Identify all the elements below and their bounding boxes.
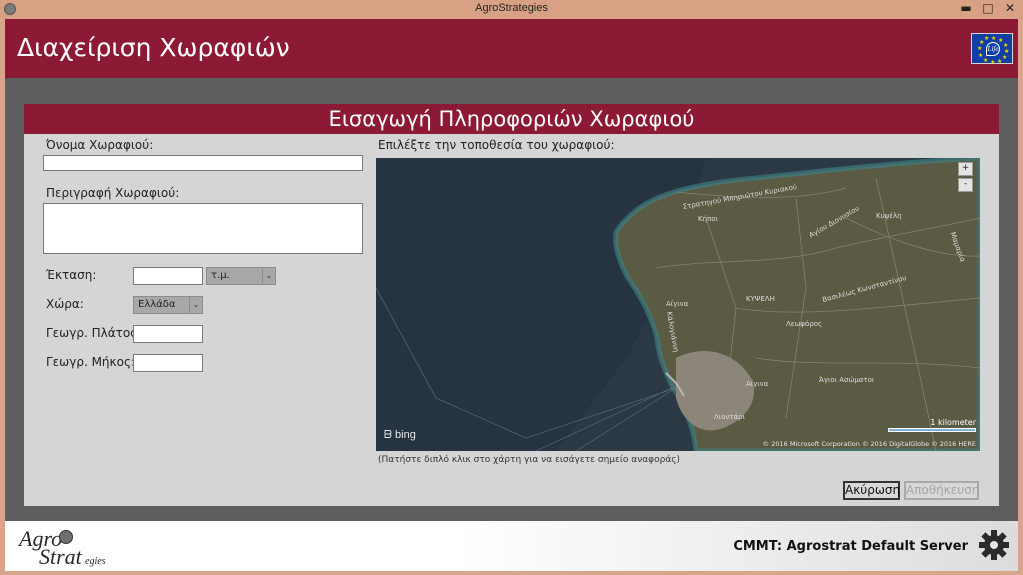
map-place-label: Λεωφόρος [786, 320, 823, 328]
logo-line2: Strat [39, 544, 82, 569]
bing-logo: ᗷ bing [384, 429, 416, 442]
field-description-textarea[interactable] [43, 203, 363, 254]
map-place-label: Λιοντάρι [714, 413, 745, 421]
map-place-label: ΚΥΨΕΛΗ [746, 295, 775, 303]
map-place-label: Άγιοι Ασώματοι [819, 376, 875, 384]
bing-icon: ᗷ [384, 429, 392, 441]
country-label: Χώρα: [46, 297, 84, 311]
map-label: Επιλέξτε την τοποθεσία του χωραφιού: [378, 138, 615, 152]
life-logo-text: Life [986, 42, 1000, 56]
agrostrategies-logo: Agro Strat egies [17, 526, 117, 569]
map-place-label: Αίγινα [746, 380, 769, 388]
maximize-button[interactable]: □ [977, 0, 999, 19]
minimize-button[interactable]: ▬ [955, 0, 977, 19]
scale-label: 1 kilometer [930, 418, 976, 427]
logo-line2-suffix: egies [85, 556, 106, 567]
area-unit-select[interactable]: τ.μ. ⌄ [206, 267, 276, 285]
field-description-label: Περιγραφή Χωραφιού: [46, 186, 180, 200]
chevron-down-icon: ⌄ [262, 268, 275, 284]
eu-life-logo: ★ ★ ★ ★ ★ ★ ★ ★ ★ ★ ★ ★ Life [971, 33, 1013, 66]
map-scale: 1 kilometer [888, 418, 976, 432]
location-map[interactable]: Στρατηγού Μπηριώτου Κυριακού Κήποι Κυψέλ… [376, 158, 980, 451]
map-copyright: © 2016 Microsoft Corporation © 2016 Digi… [762, 440, 976, 448]
app-footer: Agro Strat egies CMMT: Agrostrat Default… [5, 521, 1018, 571]
chevron-down-icon: ⌄ [189, 297, 202, 313]
bing-logo-text: bing [395, 429, 416, 441]
page-title: Διαχείριση Χωραφιών [17, 33, 290, 62]
field-info-dialog: Εισαγωγή Πληροφοριών Χωραφιού Όνομα Χωρα… [24, 104, 999, 506]
field-name-label: Όνομα Χωραφιού: [46, 138, 154, 152]
map-place-label: Κήποι [698, 215, 718, 223]
map-hint: (Πατήστε διπλό κλικ στο χάρτη για να εισ… [378, 455, 681, 465]
longitude-label: Γεωγρ. Μήκος: [46, 355, 136, 369]
area-unit-value: τ.μ. [211, 270, 230, 281]
latitude-label: Γεωγρ. Πλάτος: [46, 326, 142, 340]
map-place-label: Κυψέλη [876, 212, 902, 220]
gear-icon[interactable] [978, 529, 1010, 561]
country-value: Ελλάδα [138, 299, 176, 310]
close-button[interactable]: ✕ [999, 0, 1021, 19]
longitude-input[interactable] [133, 354, 203, 372]
map-place-label: Αίγινα [666, 300, 689, 308]
window-title: AgroStrategies [475, 2, 548, 14]
dialog-title: Εισαγωγή Πληροφοριών Χωραφιού [24, 104, 999, 134]
server-label: CMMT: Agrostrat Default Server [733, 539, 968, 554]
area-label: Έκταση: [46, 268, 97, 282]
scale-bar [888, 428, 976, 432]
field-name-input[interactable] [43, 155, 363, 171]
latitude-input[interactable] [133, 325, 203, 343]
area-input[interactable] [133, 267, 203, 285]
cancel-button[interactable]: Ακύρωση [843, 481, 900, 500]
app-header: Διαχείριση Χωραφιών ★ ★ ★ ★ ★ ★ ★ ★ ★ ★ … [5, 19, 1018, 78]
save-button[interactable]: Αποθήκευση [904, 481, 979, 500]
window-titlebar: AgroStrategies ▬ □ ✕ [0, 0, 1023, 19]
zoom-out-button[interactable]: - [958, 178, 973, 192]
zoom-in-button[interactable]: + [958, 162, 973, 176]
globe-icon [59, 530, 73, 544]
country-select[interactable]: Ελλάδα ⌄ [133, 296, 203, 314]
